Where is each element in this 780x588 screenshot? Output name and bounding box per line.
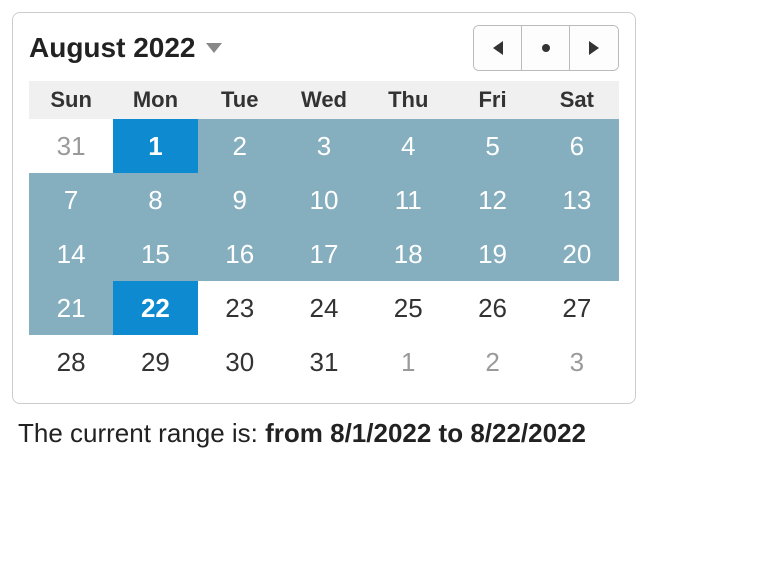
weekday-header: Sat [535, 81, 619, 119]
day-cell[interactable]: 28 [29, 335, 113, 389]
day-cell[interactable]: 27 [535, 281, 619, 335]
today-button[interactable] [522, 26, 570, 70]
day-cell[interactable]: 21 [29, 281, 113, 335]
day-cell[interactable]: 3 [535, 335, 619, 389]
day-cell[interactable]: 24 [282, 281, 366, 335]
day-cell[interactable]: 8 [113, 173, 197, 227]
day-cell[interactable]: 17 [282, 227, 366, 281]
day-cell[interactable]: 1 [113, 119, 197, 173]
calendar-week: 21222324252627 [29, 281, 619, 335]
weekday-header: Wed [282, 81, 366, 119]
day-cell[interactable]: 22 [113, 281, 197, 335]
day-cell[interactable]: 9 [198, 173, 282, 227]
weekday-header: Mon [113, 81, 197, 119]
month-label: August 2022 [29, 32, 196, 64]
nav-button-group [473, 25, 619, 71]
triangle-right-icon [587, 40, 601, 56]
calendar-grid: Sun Mon Tue Wed Thu Fri Sat 311234567891… [29, 81, 619, 389]
dot-icon [539, 41, 553, 55]
day-cell[interactable]: 13 [535, 173, 619, 227]
calendar-week: 78910111213 [29, 173, 619, 227]
day-cell[interactable]: 5 [450, 119, 534, 173]
weekday-row: Sun Mon Tue Wed Thu Fri Sat [29, 81, 619, 119]
day-cell[interactable]: 26 [450, 281, 534, 335]
day-cell[interactable]: 11 [366, 173, 450, 227]
triangle-left-icon [491, 40, 505, 56]
day-cell[interactable]: 15 [113, 227, 197, 281]
day-cell[interactable]: 7 [29, 173, 113, 227]
weekday-header: Tue [198, 81, 282, 119]
weekday-header: Fri [450, 81, 534, 119]
day-cell[interactable]: 16 [198, 227, 282, 281]
day-cell[interactable]: 3 [282, 119, 366, 173]
day-cell[interactable]: 2 [198, 119, 282, 173]
day-cell[interactable]: 2 [450, 335, 534, 389]
next-month-button[interactable] [570, 26, 618, 70]
day-cell[interactable]: 31 [282, 335, 366, 389]
day-cell[interactable]: 19 [450, 227, 534, 281]
calendar-panel: August 2022 [12, 12, 636, 404]
caret-down-icon [204, 41, 224, 55]
day-cell[interactable]: 10 [282, 173, 366, 227]
day-cell[interactable]: 29 [113, 335, 197, 389]
day-cell[interactable]: 20 [535, 227, 619, 281]
range-prefix: The current range is: [18, 418, 265, 448]
calendar-header: August 2022 [29, 25, 619, 71]
day-cell[interactable]: 6 [535, 119, 619, 173]
calendar-week: 14151617181920 [29, 227, 619, 281]
weekday-header: Thu [366, 81, 450, 119]
calendar-week: 28293031123 [29, 335, 619, 389]
range-value: from 8/1/2022 to 8/22/2022 [265, 418, 586, 448]
day-cell[interactable]: 18 [366, 227, 450, 281]
range-summary: The current range is: from 8/1/2022 to 8… [18, 418, 768, 449]
day-cell[interactable]: 4 [366, 119, 450, 173]
day-cell[interactable]: 23 [198, 281, 282, 335]
day-cell[interactable]: 12 [450, 173, 534, 227]
prev-month-button[interactable] [474, 26, 522, 70]
day-cell[interactable]: 14 [29, 227, 113, 281]
day-cell[interactable]: 25 [366, 281, 450, 335]
day-cell[interactable]: 1 [366, 335, 450, 389]
day-cell[interactable]: 30 [198, 335, 282, 389]
month-picker[interactable]: August 2022 [29, 32, 224, 64]
weekday-header: Sun [29, 81, 113, 119]
calendar-week: 31123456 [29, 119, 619, 173]
day-cell[interactable]: 31 [29, 119, 113, 173]
